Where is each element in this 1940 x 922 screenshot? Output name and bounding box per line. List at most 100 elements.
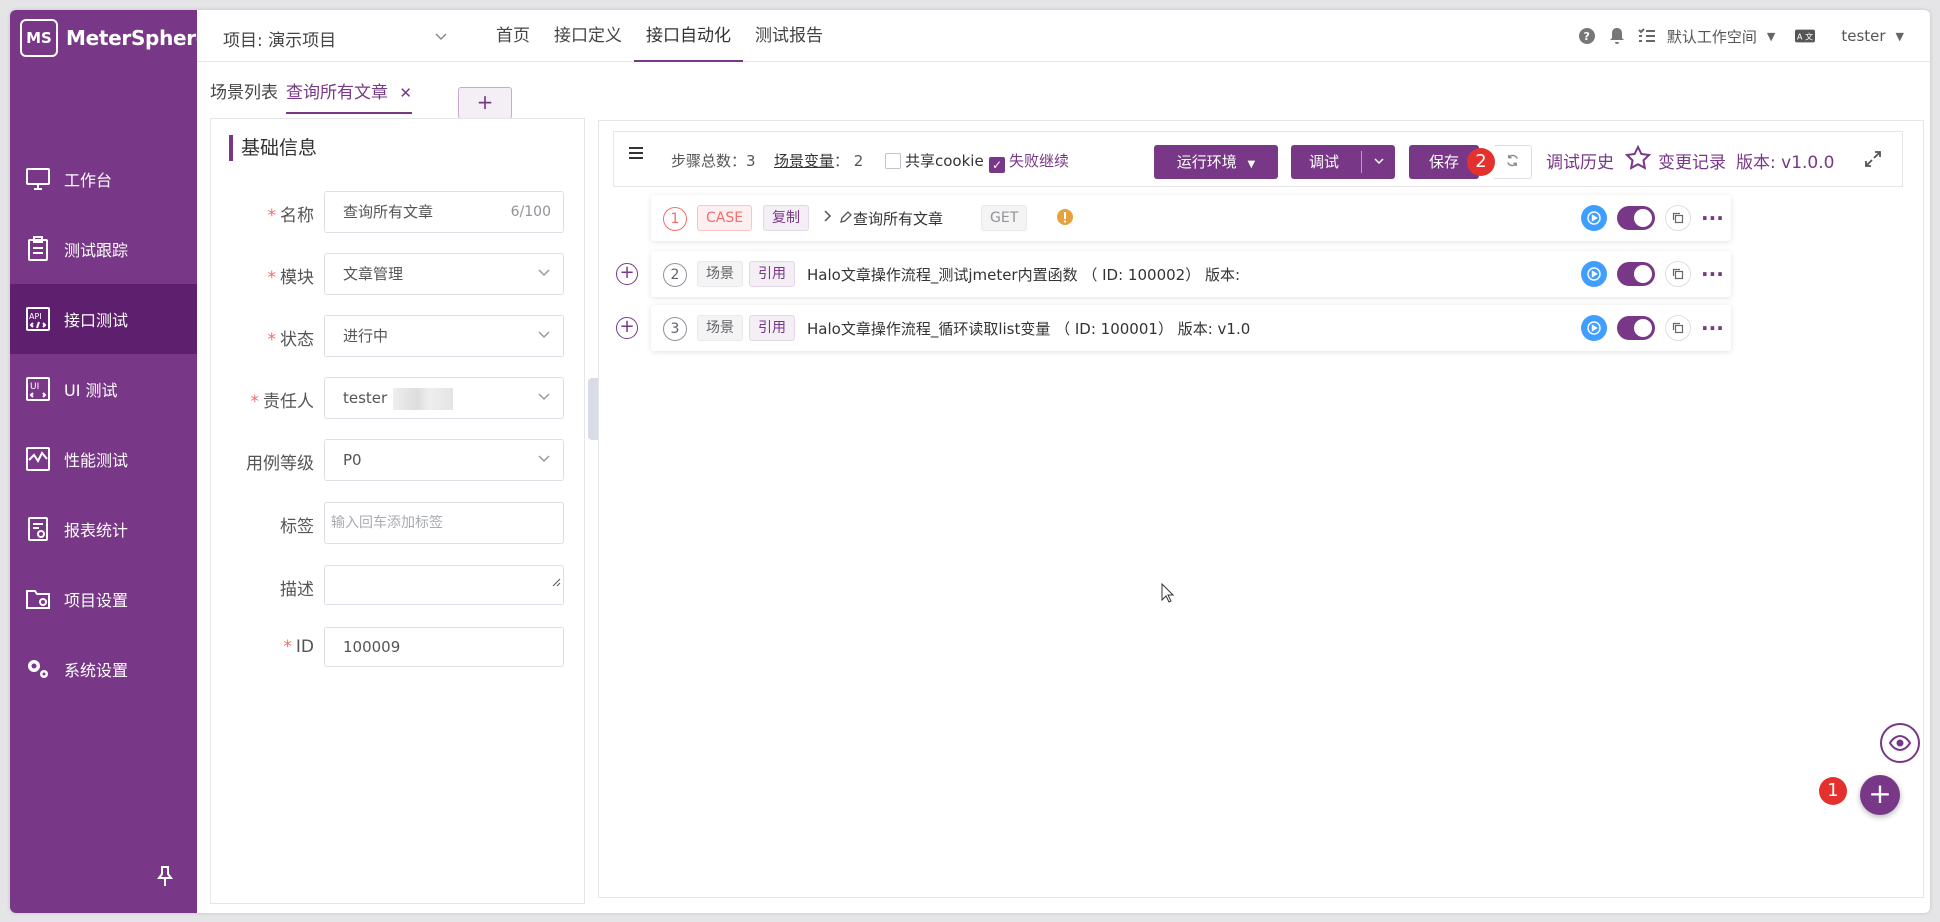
- report-icon: [24, 515, 52, 543]
- sidebar-item-api-test[interactable]: API 接口测试: [10, 284, 197, 354]
- id-input[interactable]: 100009: [324, 627, 564, 667]
- project-selector[interactable]: 项目: 演示项目: [223, 26, 448, 51]
- step-actions: ···: [1581, 205, 1724, 231]
- api-icon: API: [24, 305, 52, 333]
- changelog-link[interactable]: 变更记录: [1658, 148, 1726, 173]
- copy-icon[interactable]: [1665, 205, 1691, 231]
- more-icon[interactable]: ···: [1701, 208, 1724, 228]
- step-title: Halo文章操作流程_循环读取list变量 （ ID: 100001） 版本: …: [807, 320, 1251, 338]
- bell-icon[interactable]: [1607, 26, 1627, 46]
- field-label: * 模块: [267, 268, 315, 288]
- field-label: * 名称: [267, 206, 315, 226]
- brand-logo[interactable]: MS MeterSphere: [20, 18, 209, 58]
- owner-select[interactable]: tester: [324, 377, 564, 419]
- run-step-icon[interactable]: [1581, 315, 1607, 341]
- step-row[interactable]: 3 场景 引用 Halo文章操作流程_循环读取list变量 （ ID: 1000…: [651, 305, 1731, 351]
- menu-icon[interactable]: [628, 146, 644, 164]
- nav-test-report[interactable]: 测试报告: [743, 10, 835, 62]
- sidebar-item-workbench[interactable]: 工作台: [10, 144, 197, 214]
- field-owner: * 责任人 tester: [211, 377, 586, 419]
- step-type-tag: 场景: [697, 261, 743, 287]
- add-badge: 1: [1819, 777, 1847, 805]
- caret-down-icon: ▼: [1895, 29, 1904, 43]
- debug-dropdown-icon[interactable]: [1361, 151, 1395, 173]
- help-icon[interactable]: ?: [1577, 26, 1597, 46]
- step-enable-toggle[interactable]: [1617, 206, 1655, 230]
- level-select[interactable]: P0: [324, 439, 564, 481]
- step-number: 3: [663, 317, 687, 341]
- pin-icon[interactable]: [156, 865, 174, 887]
- sidebar-item-label: 系统设置: [64, 661, 129, 680]
- sidebar-item-label: 测试跟踪: [64, 241, 129, 260]
- header-right: ? 默认工作空间 ▼ A文 tester ▼: [1577, 10, 1904, 62]
- add-tab-button[interactable]: +: [458, 87, 512, 119]
- sidebar-item-label: UI 测试: [64, 381, 118, 400]
- sidebar-item-test-track[interactable]: 测试跟踪: [10, 214, 197, 284]
- field-tags: 标签 输入回车添加标签: [211, 502, 586, 544]
- field-label: * 状态: [267, 330, 315, 350]
- more-icon[interactable]: ···: [1701, 264, 1724, 284]
- nav-api-definition[interactable]: 接口定义: [542, 10, 634, 62]
- sidebar-item-label: 接口测试: [64, 311, 129, 330]
- nav-home[interactable]: 首页: [484, 10, 542, 62]
- refresh-icon[interactable]: [1494, 145, 1532, 179]
- edit-icon[interactable]: [839, 210, 853, 228]
- share-cookie-checkbox[interactable]: 共享cookie: [885, 150, 984, 171]
- fullscreen-icon[interactable]: [1864, 150, 1882, 172]
- sidebar-item-performance[interactable]: 性能测试: [10, 424, 197, 494]
- sidebar-item-ui-test[interactable]: UI UI 测试: [10, 354, 197, 424]
- debug-button[interactable]: 调试: [1291, 145, 1395, 179]
- scenario-vars[interactable]: 场景变量： 2: [774, 150, 863, 171]
- sidebar-nav: 工作台 测试跟踪 API 接口测试 UI UI 测试 性能测试 报表统计 项目设…: [10, 144, 197, 704]
- tab-current-scenario[interactable]: 查询所有文章 ✕: [286, 78, 412, 114]
- step-enable-toggle[interactable]: [1617, 316, 1655, 340]
- sidebar-item-label: 性能测试: [64, 451, 129, 470]
- run-env-button[interactable]: 运行环境 ▼: [1154, 145, 1278, 179]
- sidebar-item-reports[interactable]: 报表统计: [10, 494, 197, 564]
- version-label[interactable]: 版本: v1.0.0: [1736, 148, 1834, 173]
- sidebar-item-system-settings[interactable]: 系统设置: [10, 634, 197, 704]
- name-input[interactable]: 查询所有文章 6/100: [324, 191, 564, 233]
- add-substep-icon[interactable]: +: [616, 317, 638, 339]
- nav-api-automation[interactable]: 接口自动化: [634, 10, 743, 62]
- status-select[interactable]: 进行中: [324, 315, 564, 357]
- svg-text:A: A: [1797, 32, 1803, 42]
- close-icon[interactable]: ✕: [399, 84, 412, 102]
- copy-icon[interactable]: [1665, 261, 1691, 287]
- star-icon[interactable]: [1624, 144, 1652, 175]
- step-enable-toggle[interactable]: [1617, 262, 1655, 286]
- chevron-down-icon: [537, 440, 551, 480]
- tags-input[interactable]: 输入回车添加标签: [324, 502, 564, 544]
- sidebar: MS MeterSphere 工作台 测试跟踪 API 接口测试 UI UI 测…: [10, 10, 209, 913]
- description-textarea[interactable]: [324, 565, 564, 605]
- sidebar-item-label: 工作台: [64, 171, 113, 190]
- chevron-down-icon: [537, 316, 551, 356]
- chevron-right-icon[interactable]: [823, 209, 833, 227]
- sidebar-item-project-settings[interactable]: 项目设置: [10, 564, 197, 634]
- module-select[interactable]: 文章管理: [324, 253, 564, 295]
- step-ref-tag: 复制: [763, 205, 809, 231]
- tab-scenario-list[interactable]: 场景列表: [210, 78, 278, 103]
- add-step-button[interactable]: +: [1860, 775, 1900, 815]
- run-step-icon[interactable]: [1581, 205, 1607, 231]
- basic-info-panel: 基础信息 * 名称 查询所有文章 6/100 * 模块 文章管理 * 状态 进行中 * 责…: [210, 118, 585, 904]
- workspace-selector[interactable]: 默认工作空间: [1667, 26, 1757, 47]
- svg-text:文: 文: [1805, 32, 1813, 42]
- preview-eye-button[interactable]: [1880, 723, 1920, 763]
- step-row[interactable]: 1 CASE 复制 查询所有文章 GET ···: [651, 195, 1731, 241]
- add-substep-icon[interactable]: +: [616, 263, 638, 285]
- run-step-icon[interactable]: [1581, 261, 1607, 287]
- field-label: 描述: [280, 580, 314, 600]
- field-level: 用例等级 P0: [211, 439, 586, 481]
- more-icon[interactable]: ···: [1701, 318, 1724, 338]
- debug-history-link[interactable]: 调试历史: [1546, 148, 1614, 173]
- continue-on-fail-checkbox[interactable]: ✓ 失败继续: [989, 150, 1069, 173]
- language-icon[interactable]: A文: [1795, 26, 1816, 46]
- copy-icon[interactable]: [1665, 315, 1691, 341]
- resize-handle-icon[interactable]: [551, 566, 561, 602]
- chevron-down-icon: [537, 378, 551, 418]
- field-label: * ID: [283, 637, 314, 657]
- user-menu[interactable]: tester: [1841, 27, 1885, 45]
- step-row[interactable]: 2 场景 引用 Halo文章操作流程_测试jmeter内置函数 （ ID: 10…: [651, 251, 1731, 297]
- field-module: * 模块 文章管理: [211, 253, 586, 295]
